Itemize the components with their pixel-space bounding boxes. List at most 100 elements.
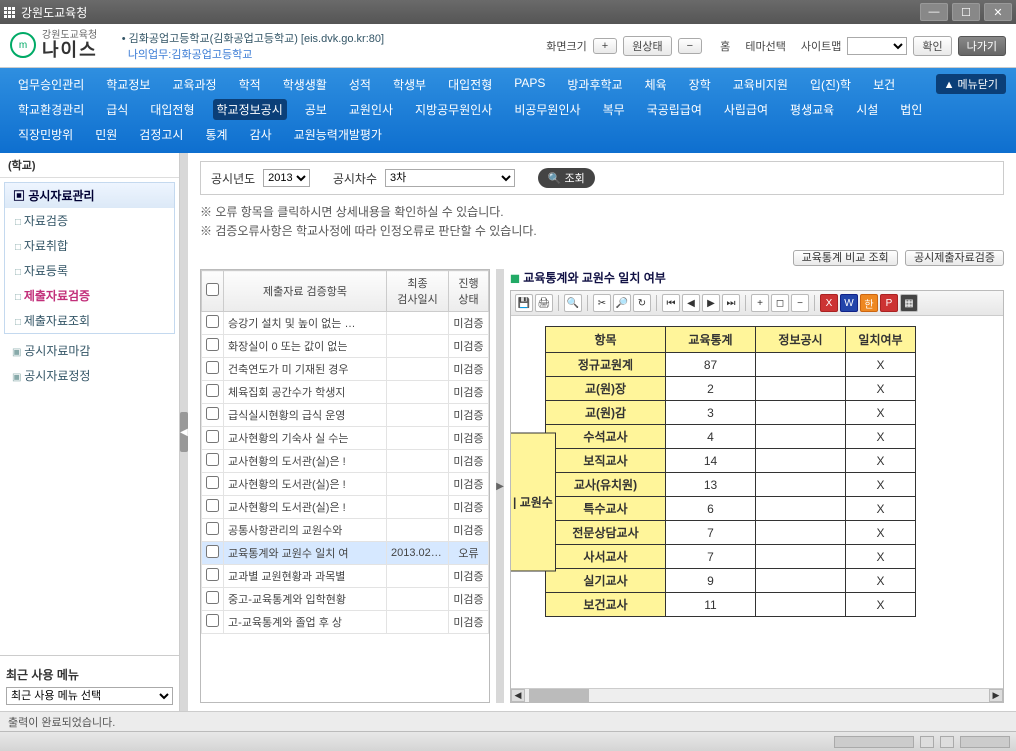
nav-item[interactable]: 체육 (641, 74, 671, 95)
table-row[interactable]: 중고-교육통계와 입학현황미검증 (202, 588, 489, 611)
export-pdf-icon[interactable]: P (880, 294, 898, 312)
sidebar-section-head[interactable]: ▣ 공시자료관리 (5, 183, 174, 208)
sidebar-item[interactable]: 제출자료검증 (5, 283, 174, 308)
nav-item[interactable]: 학교정보 (102, 74, 154, 95)
nav-item[interactable]: 감사 (246, 124, 276, 145)
zoom-out-icon[interactable]: − (791, 294, 809, 312)
table-row[interactable]: 화장실이 0 또는 값이 없는미검증 (202, 335, 489, 358)
table-row[interactable]: 공통사항관리의 교원수와미검증 (202, 519, 489, 542)
row-checkbox[interactable] (206, 591, 219, 604)
nav-item[interactable]: 교육비지원 (729, 74, 792, 95)
row-checkbox[interactable] (206, 453, 219, 466)
nav-item[interactable]: 국공립급여 (643, 99, 706, 120)
print-icon[interactable]: 🖨 (535, 294, 553, 312)
column-splitter[interactable]: ▶ (496, 269, 504, 703)
confirm-button[interactable]: 확인 (913, 36, 951, 56)
table-row[interactable]: 교육통계와 교원수 일치 여2013.02.07오류 (202, 542, 489, 565)
grid-check-all[interactable] (206, 283, 219, 296)
sidebar-toggle[interactable]: 공시자료마감 (0, 338, 179, 363)
nav-item[interactable]: 학생생활 (279, 74, 331, 95)
row-checkbox[interactable] (206, 407, 219, 420)
nav-item[interactable]: 장학 (685, 74, 715, 95)
save-icon[interactable]: 💾 (515, 294, 533, 312)
nav-item[interactable]: 복무 (599, 99, 629, 120)
nav-item[interactable]: 학생부 (389, 74, 430, 95)
nav-item[interactable]: 법인 (896, 99, 926, 120)
theme-select[interactable] (847, 37, 907, 55)
prev-page-icon[interactable]: ◀ (682, 294, 700, 312)
export-x-icon[interactable]: X (820, 294, 838, 312)
year-select[interactable]: 2013 (263, 169, 310, 187)
submission-grid[interactable]: 제출자료 검증항목 최종 검사일시 진행 상태 승강기 설치 및 높이 없는 …… (200, 269, 490, 703)
table-row[interactable]: 교과별 교원현황과 과목별미검증 (202, 565, 489, 588)
nav-item[interactable]: 교원능력개발평가 (290, 124, 386, 145)
row-checkbox[interactable] (206, 614, 219, 627)
first-page-icon[interactable]: ⏮ (662, 294, 680, 312)
zoom-fit-icon[interactable]: ◻ (771, 294, 789, 312)
menu-close-button[interactable]: ▲ 메뉴닫기 (936, 74, 1006, 94)
nav-item[interactable]: 급식 (102, 99, 132, 120)
next-page-icon[interactable]: ▶ (702, 294, 720, 312)
search-button[interactable]: 🔍 조회 (538, 168, 595, 188)
zoom-original-button[interactable]: 원상태 (623, 36, 671, 56)
zoom-out-button[interactable]: − (678, 38, 702, 54)
row-checkbox[interactable] (206, 361, 219, 374)
row-checkbox[interactable] (206, 499, 219, 512)
nav-item[interactable]: 업무승인관리 (14, 74, 88, 95)
zoom-tool-icon[interactable]: 🔍 (564, 294, 582, 312)
nav-item[interactable]: 평생교육 (786, 99, 838, 120)
sidebar-item[interactable]: 자료검증 (5, 208, 174, 233)
row-checkbox[interactable] (206, 545, 219, 558)
export-w-icon[interactable]: W (840, 294, 858, 312)
row-checkbox[interactable] (206, 338, 219, 351)
table-row[interactable]: 교사현황의 도서관(실)은 !미검증 (202, 450, 489, 473)
table-row[interactable]: 체육집회 공간수가 학생지미검증 (202, 381, 489, 404)
table-row[interactable]: 급식실시현황의 급식 운영미검증 (202, 404, 489, 427)
exit-button[interactable]: 나가기 (958, 36, 1006, 56)
sidebar-toggle[interactable]: 공시자료정정 (0, 363, 179, 388)
row-checkbox[interactable] (206, 568, 219, 581)
cut-icon[interactable]: ✂ (593, 294, 611, 312)
round-select[interactable]: 3차 (385, 169, 515, 187)
tray-icon-2[interactable] (940, 736, 954, 748)
maximize-button[interactable]: ☐ (952, 3, 980, 21)
zoom-in-icon[interactable]: + (751, 294, 769, 312)
nav-item[interactable]: PAPS (510, 74, 549, 95)
recent-menu-select[interactable]: 최근 사용 메뉴 선택 (6, 687, 173, 705)
nav-item[interactable]: 시설 (852, 99, 882, 120)
nav-item[interactable]: 대입전형 (444, 74, 496, 95)
find-icon[interactable]: 🔎 (613, 294, 631, 312)
table-row[interactable]: 교사현황의 도서관(실)은 !미검증 (202, 473, 489, 496)
nav-item[interactable]: 비공무원인사 (510, 99, 584, 120)
table-row[interactable]: 교사현황의 도서관(실)은 !미검증 (202, 496, 489, 519)
home-link[interactable]: 홈 (720, 38, 730, 54)
close-button[interactable]: ✕ (984, 3, 1012, 21)
table-row[interactable]: 교사현황의 기숙사 실 수는미검증 (202, 427, 489, 450)
nav-item[interactable]: 보건 (869, 74, 899, 95)
refresh-icon[interactable]: ↻ (633, 294, 651, 312)
nav-item[interactable]: 직장민방위 (14, 124, 77, 145)
minimize-button[interactable]: — (920, 3, 948, 21)
last-page-icon[interactable]: ⏭ (722, 294, 740, 312)
table-row[interactable]: 고-교육통계와 졸업 후 상미검증 (202, 611, 489, 634)
nav-item[interactable]: 학교정보공시 (213, 99, 287, 120)
report-hscroll[interactable]: ◀▶ (511, 688, 1003, 702)
nav-item[interactable]: 민원 (91, 124, 121, 145)
table-row[interactable]: 건축연도가 미 기재된 경우미검증 (202, 358, 489, 381)
zoom-in-button[interactable]: + (593, 38, 617, 54)
nav-item[interactable]: 학교환경관리 (14, 99, 88, 120)
tray-icon-1[interactable] (920, 736, 934, 748)
nav-item[interactable]: 교육과정 (168, 74, 220, 95)
row-checkbox[interactable] (206, 430, 219, 443)
sidebar-item[interactable]: 제출자료조회 (5, 308, 174, 333)
row-checkbox[interactable] (206, 315, 219, 328)
sidebar-item[interactable]: 자료등록 (5, 258, 174, 283)
export-img-icon[interactable]: ▦ (900, 294, 918, 312)
nav-item[interactable]: 통계 (201, 124, 231, 145)
compare-button[interactable]: 교육통계 비교 조회 (793, 250, 898, 266)
sidebar-item[interactable]: 자료취합 (5, 233, 174, 258)
export-h-icon[interactable]: 한 (860, 294, 878, 312)
nav-item[interactable]: 대입전형 (146, 99, 198, 120)
nav-item[interactable]: 학적 (235, 74, 265, 95)
nav-item[interactable]: 입(진)학 (806, 74, 855, 95)
